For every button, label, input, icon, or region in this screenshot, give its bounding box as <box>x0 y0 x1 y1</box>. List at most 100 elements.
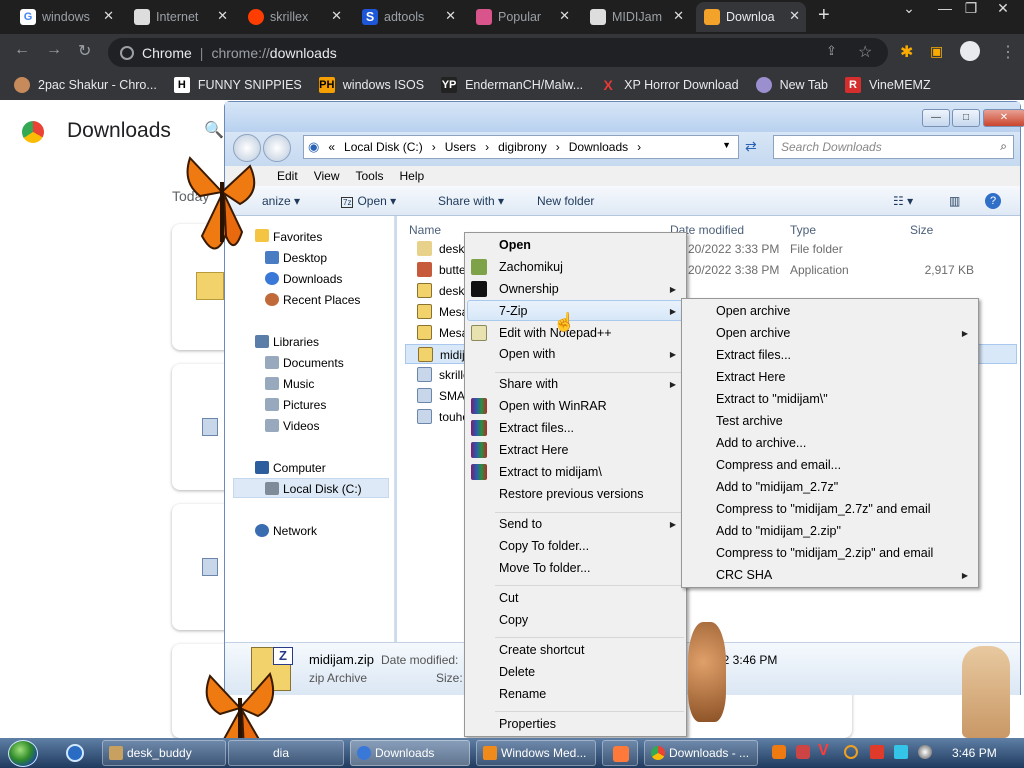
submenu-item-add-zip[interactable]: Add to "midijam_2.zip" <box>716 524 841 538</box>
breadcrumb-item[interactable]: Downloads <box>569 140 628 154</box>
nav-network[interactable]: Network <box>273 524 317 538</box>
submenu-item-open-archive[interactable]: Open archive <box>716 304 790 318</box>
browser-tab[interactable]: skrillex ✕ <box>240 2 348 32</box>
browser-tab[interactable]: Internet ✕ <box>126 2 234 32</box>
nav-local-disk[interactable]: Local Disk (C:) <box>283 482 362 496</box>
menu-item-open-with[interactable]: Open with <box>499 347 555 361</box>
organize-button[interactable]: anize ▾ <box>262 194 300 208</box>
view-options-icon[interactable]: ☷ ▾ <box>893 194 913 208</box>
submenu-item-compress-7z-email[interactable]: Compress to "midijam_2.7z" and email <box>716 502 931 516</box>
menu-item-7zip[interactable]: 7-Zip <box>499 304 527 318</box>
menu-item-delete[interactable]: Delete <box>499 665 535 679</box>
ie-icon[interactable] <box>66 744 84 762</box>
breadcrumb-item[interactable]: Users <box>445 140 476 154</box>
explorer-close-button[interactable]: ✕ <box>983 109 1024 127</box>
menu-item-copy-to-folder[interactable]: Copy To folder... <box>499 539 589 553</box>
nav-computer[interactable]: Computer <box>273 461 326 475</box>
tray-monitor-icon[interactable] <box>894 745 908 759</box>
browser-tab-active[interactable]: Downloa ✕ <box>696 2 806 32</box>
nav-recent-places[interactable]: Recent Places <box>283 293 360 307</box>
search-icon[interactable]: 🔍 <box>204 120 224 140</box>
submenu-item-extract-files[interactable]: Extract files... <box>716 348 791 362</box>
close-icon[interactable]: ✕ <box>217 8 228 24</box>
submenu-item-add-to-archive[interactable]: Add to archive... <box>716 436 806 450</box>
close-icon[interactable]: ✕ <box>559 8 570 24</box>
menu-item-copy[interactable]: Copy <box>499 613 528 627</box>
taskbar-item-windows-media[interactable]: Windows Med... <box>476 740 596 766</box>
close-icon[interactable]: ✕ <box>789 8 800 24</box>
breadcrumb-overflow-icon[interactable]: « <box>328 140 335 154</box>
menu-item-ownership[interactable]: Ownership <box>499 282 559 296</box>
breadcrumb-item[interactable]: digibrony <box>498 140 547 154</box>
nav-favorites[interactable]: Favorites <box>273 230 322 244</box>
forward-icon[interactable]: → <box>46 41 62 59</box>
submenu-item-crc-sha[interactable]: CRC SHA <box>716 568 772 582</box>
nav-downloads[interactable]: Downloads <box>283 272 342 286</box>
explorer-maximize-button[interactable]: □ <box>952 109 980 127</box>
menu-tools[interactable]: Tools <box>355 169 383 183</box>
bookmark-star-icon[interactable]: ☆ <box>858 42 872 62</box>
bookmark-item[interactable]: H FUNNY SNIPPIES <box>173 77 302 93</box>
browser-tab[interactable]: S adtools ✕ <box>354 2 462 32</box>
taskbar-clock[interactable]: 3:46 PM <box>952 746 997 760</box>
nav-music[interactable]: Music <box>283 377 314 391</box>
bookmark-item[interactable]: R VineMEMZ <box>845 77 931 93</box>
nav-pictures[interactable]: Pictures <box>283 398 326 412</box>
nav-videos[interactable]: Videos <box>283 419 319 433</box>
close-icon[interactable]: ✕ <box>445 8 456 24</box>
tray-flag-icon[interactable] <box>870 745 884 759</box>
bookmark-item[interactable]: PH windows ISOS <box>318 77 424 93</box>
menu-kebab-icon[interactable]: ⋮ <box>1000 42 1016 62</box>
menu-item-extract-to[interactable]: Extract to midijam\ <box>499 465 602 479</box>
menu-edit[interactable]: Edit <box>277 169 298 183</box>
new-tab-button[interactable]: + <box>818 4 830 27</box>
nav-desktop[interactable]: Desktop <box>283 251 327 265</box>
share-icon[interactable]: ⇪ <box>826 43 837 59</box>
close-icon[interactable]: ✕ <box>331 8 342 24</box>
tray-search-icon[interactable] <box>844 745 858 759</box>
taskbar-item-media[interactable]: dia <box>228 740 344 766</box>
explorer-minimize-button[interactable]: — <box>922 109 950 127</box>
dropdown-icon[interactable]: ▼ <box>722 140 731 150</box>
new-folder-button[interactable]: New folder <box>537 194 594 208</box>
tab-search-icon[interactable]: ⌄ <box>896 0 922 22</box>
bookmark-item[interactable]: 2pac Shakur - Chro... <box>14 77 157 93</box>
share-with-button[interactable]: Share with ▾ <box>438 194 504 208</box>
tray-v-icon[interactable]: V <box>818 742 829 760</box>
nav-libraries[interactable]: Libraries <box>273 335 319 349</box>
profile-avatar[interactable] <box>960 41 980 61</box>
column-size[interactable]: Size <box>910 223 933 237</box>
menu-item-move-to-folder[interactable]: Move To folder... <box>499 561 591 575</box>
tray-butterfly-icon[interactable] <box>772 745 786 759</box>
address-bar[interactable]: Chrome | chrome:// downloads <box>108 38 888 67</box>
browser-tab[interactable]: Popular ✕ <box>468 2 576 32</box>
menu-item-zachomikuj[interactable]: Zachomikuj <box>499 260 563 274</box>
open-button[interactable]: 7z Open ▾ <box>341 194 396 208</box>
menu-item-rename[interactable]: Rename <box>499 687 546 701</box>
menu-item-create-shortcut[interactable]: Create shortcut <box>499 643 584 657</box>
help-icon[interactable]: ? <box>985 192 1001 209</box>
close-window-icon[interactable]: ✕ <box>990 0 1016 22</box>
submenu-item-test-archive[interactable]: Test archive <box>716 414 783 428</box>
nav-documents[interactable]: Documents <box>283 356 344 370</box>
explorer-address-bar[interactable]: ◉ « Local Disk (C:) › Users › digibrony › D… <box>303 135 739 159</box>
menu-help[interactable]: Help <box>400 169 425 183</box>
column-type[interactable]: Type <box>790 223 816 237</box>
tray-app-icon[interactable] <box>796 745 810 759</box>
bookmark-item[interactable]: YP EndermanCH/Malw... <box>441 77 583 93</box>
menu-item-open[interactable]: Open <box>499 238 531 252</box>
submenu-item-compress-zip-email[interactable]: Compress to "midijam_2.zip" and email <box>716 546 933 560</box>
search-icon[interactable]: ⌕ <box>1000 139 1007 154</box>
submenu-item-compress-email[interactable]: Compress and email... <box>716 458 841 472</box>
tray-speaker-icon[interactable] <box>918 745 932 759</box>
close-icon[interactable]: ✕ <box>103 8 114 24</box>
submenu-item-add-7z[interactable]: Add to "midijam_2.7z" <box>716 480 838 494</box>
reload-icon[interactable]: ↻ <box>78 41 91 61</box>
bookmark-item[interactable]: New Tab <box>755 77 828 93</box>
restore-icon[interactable]: ❐ <box>958 0 984 22</box>
bookmark-item[interactable]: X XP Horror Download <box>600 77 739 93</box>
menu-item-extract-files[interactable]: Extract files... <box>499 421 574 435</box>
menu-item-open-winrar[interactable]: Open with WinRAR <box>499 399 607 413</box>
menu-item-cut[interactable]: Cut <box>499 591 518 605</box>
browser-tab[interactable]: G windows ✕ <box>12 2 120 32</box>
